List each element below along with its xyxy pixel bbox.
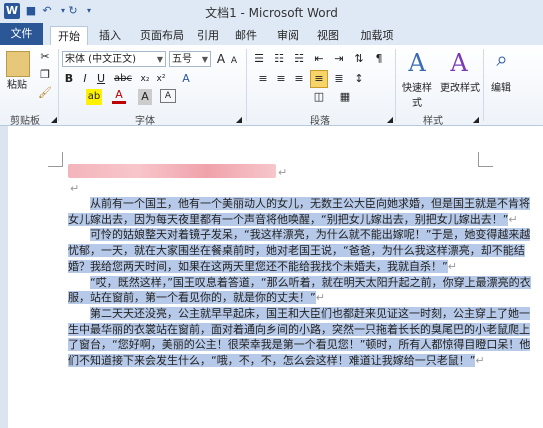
tab-file[interactable]: 文件: [0, 23, 43, 45]
copy-icon[interactable]: ❐: [38, 67, 52, 83]
font-name-dropdown[interactable]: 宋体 (中文正文) ▼: [62, 51, 166, 67]
distributed-icon[interactable]: ≣: [332, 71, 346, 87]
selected-text: 第二天天还没亮，公主就早早起床，国王和大臣们也都赶来见证这一时刻，公主穿上了她一…: [68, 306, 531, 368]
find-icon[interactable]: ⌕: [491, 49, 513, 75]
document-page[interactable]: ↵ ↵ 从前有一个国王，他有一个美丽动人的女儿，无数王公大臣向她求婚，但是国王就…: [8, 126, 543, 428]
paragraph-mark: ↵: [315, 291, 325, 305]
numbering-icon[interactable]: ☷: [272, 51, 286, 67]
underline-button[interactable]: U: [94, 71, 108, 87]
increase-indent-icon[interactable]: ⇥: [332, 51, 346, 67]
subscript-icon[interactable]: x₂: [138, 71, 152, 87]
margin-corner-mark: [478, 152, 493, 167]
shading-icon[interactable]: ◫: [312, 89, 326, 105]
quick-styles-icon[interactable]: A: [404, 49, 430, 77]
change-styles-icon[interactable]: A: [446, 49, 472, 77]
paste-icon[interactable]: [6, 51, 30, 77]
tab-review[interactable]: 审阅: [273, 26, 303, 45]
grow-font-button[interactable]: A: [214, 51, 228, 67]
tab-addins[interactable]: 加载项: [355, 26, 399, 45]
tab-insert[interactable]: 插入: [92, 26, 128, 45]
tab-view[interactable]: 视图: [313, 26, 343, 45]
margin-corner-mark: [48, 152, 63, 167]
shrink-font-button[interactable]: A: [228, 53, 240, 69]
paragraph: 从前有一个国王，他有一个美丽动人的女儿，无数王公大臣向她求婚，但是国王就是不肯将…: [68, 196, 531, 227]
char-shading-button[interactable]: A: [138, 89, 152, 105]
show-marks-icon[interactable]: ¶: [372, 51, 386, 67]
borders-icon[interactable]: ▦: [338, 89, 352, 105]
align-left-icon[interactable]: ≡: [256, 71, 270, 87]
paragraph-mark: ↵: [278, 166, 288, 179]
selected-text: 可怜的姑娘整天对着镜子发呆，“我这样漂亮，为什么就不能出嫁呢！”于是，她变得越来…: [68, 228, 531, 273]
char-border-icon[interactable]: A: [160, 89, 176, 103]
strikethrough-button[interactable]: abc: [112, 71, 134, 87]
paste-button-label[interactable]: 粘贴: [2, 78, 32, 94]
ribbon-tabs: 文件 开始 插入 页面布局 引用 邮件 审阅 视图 加载项: [0, 23, 543, 46]
clipboard-group-label: 剪贴板: [10, 116, 40, 127]
justify-icon[interactable]: ≡: [310, 70, 328, 88]
tab-references[interactable]: 引用: [193, 26, 223, 45]
align-center-icon[interactable]: ≡: [274, 71, 288, 87]
bullets-icon[interactable]: ☰: [252, 51, 266, 67]
paragraph-mark: ↵: [447, 259, 457, 273]
paragraph-mark: ↵: [508, 212, 518, 226]
editing-button[interactable]: 编辑: [486, 79, 516, 94]
chevron-down-icon: ▼: [201, 55, 208, 64]
document-workspace: ↵ ↵ 从前有一个国王，他有一个美丽动人的女儿，无数王公大臣向她求婚，但是国王就…: [0, 126, 543, 428]
text-effects-icon[interactable]: A: [178, 71, 194, 87]
format-painter-icon[interactable]: 🖌: [38, 85, 52, 101]
selected-text: “哎，既然这样，”国王叹息着答道，“那么听着，就在明天太阳升起之前，你穿上最漂亮…: [68, 275, 531, 305]
align-right-icon[interactable]: ≡: [292, 71, 306, 87]
document-body[interactable]: 从前有一个国王，他有一个美丽动人的女儿，无数王公大臣向她求婚，但是国王就是不肯将…: [68, 196, 531, 369]
sort-icon[interactable]: ⇅: [352, 51, 366, 67]
redacted-heading: [68, 164, 276, 178]
quick-styles-button[interactable]: 快速样式: [398, 79, 436, 109]
cut-icon[interactable]: ✂: [38, 49, 52, 65]
tab-home[interactable]: 开始: [50, 26, 88, 46]
decrease-indent-icon[interactable]: ⇤: [312, 51, 326, 67]
italic-button[interactable]: I: [78, 71, 92, 87]
paragraph: 可怜的姑娘整天对着镜子发呆，“我这样漂亮，为什么就不能出嫁呢！”于是，她变得越来…: [68, 227, 531, 274]
chevron-down-icon: ▼: [156, 55, 163, 64]
styles-group-label: 样式: [423, 116, 443, 127]
font-group-label: 字体: [135, 116, 155, 127]
window-title: 文档1 - Microsoft Word: [205, 6, 338, 20]
title-bar: W ■ ↶ ▾ ↻ ▾ 文档1 - Microsoft Word: [0, 0, 543, 24]
bold-button[interactable]: B: [62, 71, 76, 87]
change-styles-button[interactable]: 更改样式: [440, 79, 480, 94]
paragraph: “哎，既然这样，”国王叹息着答道，“那么听着，就在明天太阳升起之前，你穿上最漂亮…: [68, 275, 531, 306]
highlight-button[interactable]: ab: [86, 89, 102, 105]
paragraph-mark: ↵: [475, 354, 485, 368]
font-color-button[interactable]: A: [112, 89, 126, 104]
tab-page-layout[interactable]: 页面布局: [134, 26, 190, 45]
tab-mailings[interactable]: 邮件: [231, 26, 261, 45]
paragraph-group-label: 段落: [310, 116, 330, 127]
paragraph: 第二天天还没亮，公主就早早起床，国王和大臣们也都赶来见证这一时刻，公主穿上了她一…: [68, 306, 531, 369]
selected-text: 从前有一个国王，他有一个美丽动人的女儿，无数王公大臣向她求婚，但是国王就是不肯将…: [68, 197, 530, 226]
superscript-icon[interactable]: x²: [154, 71, 168, 87]
line-spacing-icon[interactable]: ↕: [352, 71, 366, 87]
ribbon: 粘贴 ✂ ❐ 🖌 剪贴板 ◢ 宋体 (中文正文) ▼ 五号 ▼ A A B I U …: [0, 45, 543, 127]
paragraph-mark: ↵: [70, 182, 80, 195]
multilevel-list-icon[interactable]: ☵: [292, 51, 306, 67]
font-size-dropdown[interactable]: 五号 ▼: [169, 51, 211, 67]
